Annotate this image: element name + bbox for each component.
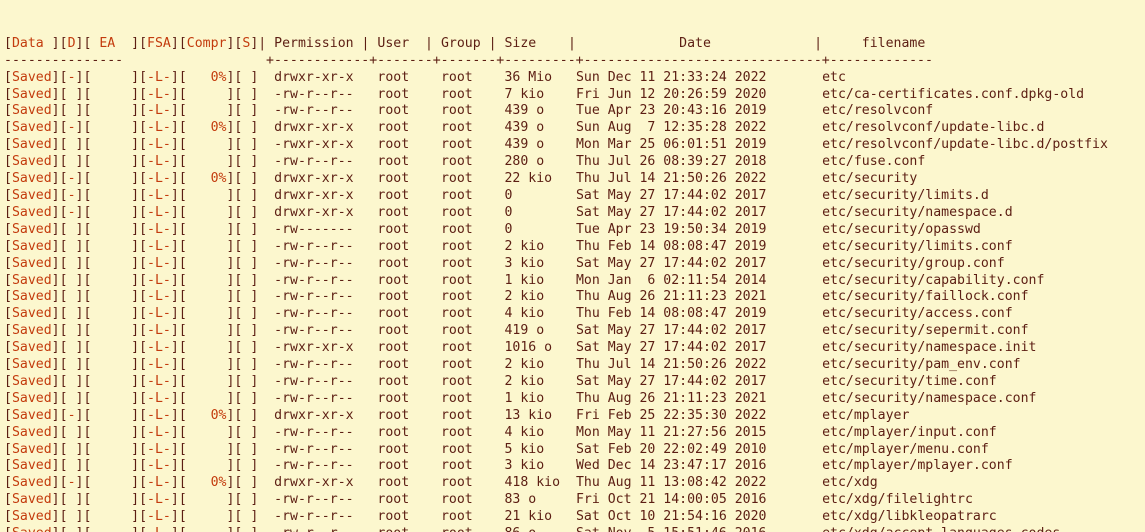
table-row[interactable]: [Saved][ ][ ][-L-][ ][ ] -rw------- root… [4, 222, 1141, 239]
table-row[interactable]: [Saved][ ][ ][-L-][ ][ ] -rwxr-xr-x root… [4, 340, 1141, 357]
table-row[interactable]: [Saved][ ][ ][-L-][ ][ ] -rw-r--r-- root… [4, 154, 1141, 171]
table-row[interactable]: [Saved][ ][ ][-L-][ ][ ] -rw-r--r-- root… [4, 256, 1141, 273]
table-row[interactable]: [Saved][ ][ ][-L-][ ][ ] -rw-r--r-- root… [4, 526, 1141, 532]
table-row[interactable]: [Saved][-][ ][-L-][ ][ ] drwxr-xr-x root… [4, 188, 1141, 205]
table-row[interactable]: [Saved][-][ ][-L-][ 0%][ ] drwxr-xr-x ro… [4, 70, 1141, 87]
table-row[interactable]: [Saved][ ][ ][-L-][ ][ ] -rw-r--r-- root… [4, 425, 1141, 442]
table-row[interactable]: [Saved][ ][ ][-L-][ ][ ] -rw-r--r-- root… [4, 509, 1141, 526]
table-row[interactable]: [Saved][ ][ ][-L-][ ][ ] -rw-r--r-- root… [4, 239, 1141, 256]
table-row[interactable]: [Saved][ ][ ][-L-][ ][ ] -rw-r--r-- root… [4, 103, 1141, 120]
table-row[interactable]: [Saved][ ][ ][-L-][ ][ ] -rw-r--r-- root… [4, 273, 1141, 290]
table-row[interactable]: [Saved][ ][ ][-L-][ ][ ] -rw-r--r-- root… [4, 357, 1141, 374]
separator-row: --------------- +------------+-------+--… [4, 53, 1141, 70]
table-row[interactable]: [Saved][-][ ][-L-][ 0%][ ] drwxr-xr-x ro… [4, 408, 1141, 425]
table-row[interactable]: [Saved][-][ ][-L-][ 0%][ ] drwxr-xr-x ro… [4, 120, 1141, 137]
table-row[interactable]: [Saved][ ][ ][-L-][ ][ ] -rw-r--r-- root… [4, 306, 1141, 323]
table-row[interactable]: [Saved][ ][ ][-L-][ ][ ] -rw-r--r-- root… [4, 374, 1141, 391]
table-row[interactable]: [Saved][ ][ ][-L-][ ][ ] -rw-r--r-- root… [4, 289, 1141, 306]
table-row[interactable]: [Saved][ ][ ][-L-][ ][ ] -rw-r--r-- root… [4, 323, 1141, 340]
table-row[interactable]: [Saved][-][ ][-L-][ 0%][ ] drwxr-xr-x ro… [4, 171, 1141, 188]
table-row[interactable]: [Saved][ ][ ][-L-][ ][ ] -rw-r--r-- root… [4, 492, 1141, 509]
table-row[interactable]: [Saved][ ][ ][-L-][ ][ ] -rw-r--r-- root… [4, 442, 1141, 459]
table-row[interactable]: [Saved][ ][ ][-L-][ ][ ] -rw-r--r-- root… [4, 391, 1141, 408]
header-row: [Data ][D][ EA ][FSA][Compr][S]| Permiss… [4, 36, 1141, 53]
table-row[interactable]: [Saved][ ][ ][-L-][ ][ ] -rwxr-xr-x root… [4, 137, 1141, 154]
table-row[interactable]: [Saved][-][ ][-L-][ 0%][ ] drwxr-xr-x ro… [4, 475, 1141, 492]
table-row[interactable]: [Saved][-][ ][-L-][ ][ ] drwxr-xr-x root… [4, 205, 1141, 222]
table-row[interactable]: [Saved][ ][ ][-L-][ ][ ] -rw-r--r-- root… [4, 458, 1141, 475]
table-row[interactable]: [Saved][ ][ ][-L-][ ][ ] -rw-r--r-- root… [4, 87, 1141, 104]
